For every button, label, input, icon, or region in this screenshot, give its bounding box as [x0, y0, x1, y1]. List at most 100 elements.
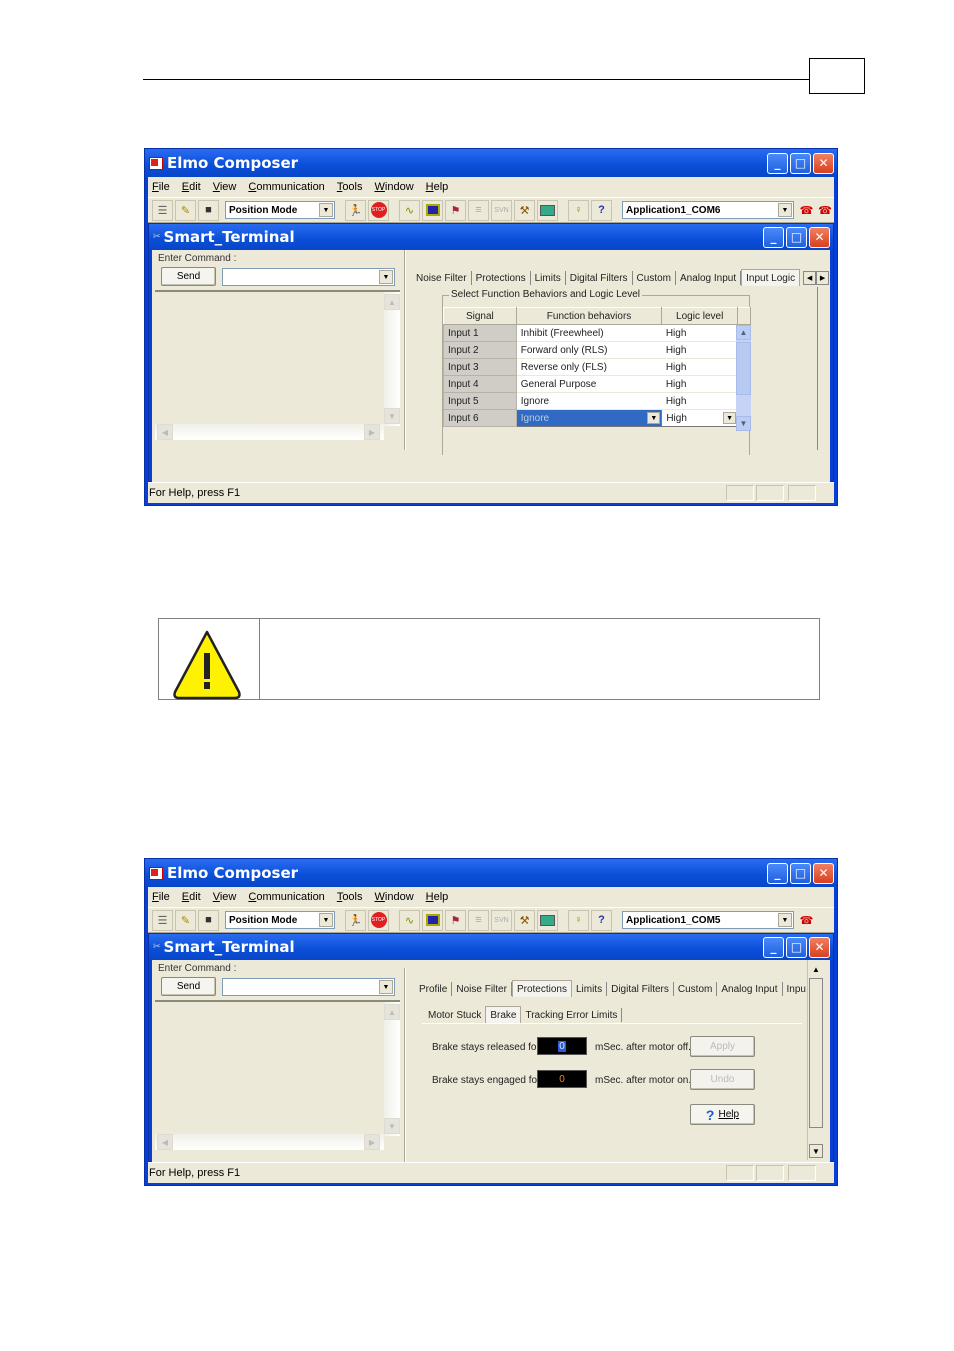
menu-communication[interactable]: Communication — [248, 891, 324, 903]
level-cell[interactable]: High — [661, 358, 738, 376]
tab-digital-filters[interactable]: Digital Filters — [566, 271, 633, 285]
menu-help[interactable]: Help — [426, 181, 449, 193]
scroll-down-icon[interactable]: ▼ — [809, 1144, 823, 1158]
tab-scroll-left-icon[interactable]: ◀ — [803, 271, 817, 285]
child-maximize-button[interactable]: □ — [786, 226, 807, 248]
scope-button[interactable]: ∿ — [399, 909, 420, 931]
maximize-button[interactable]: □ — [790, 862, 811, 884]
flag-button[interactable]: ⚑ — [445, 199, 466, 221]
command-input[interactable]: ▼ — [222, 268, 395, 286]
terminal-hscroll[interactable]: ◀ ▶ — [155, 424, 384, 440]
save-button[interactable]: ■ — [198, 909, 219, 931]
wizard-button[interactable]: ✎ — [175, 199, 196, 221]
grid-row[interactable]: Input 5 Ignore High — [443, 392, 751, 410]
terminal-button[interactable] — [537, 909, 558, 931]
menu-view[interactable]: View — [213, 891, 237, 903]
stop-button[interactable]: STOP — [368, 909, 389, 931]
terminal-vscroll[interactable]: ▲ ▼ — [384, 292, 400, 426]
tab-digital-filters[interactable]: Digital Filters — [607, 982, 674, 996]
mode-combo[interactable]: Position Mode ▼ — [225, 911, 335, 929]
flag-button[interactable]: ⚑ — [445, 909, 466, 931]
menu-tools[interactable]: Tools — [337, 891, 363, 903]
scroll-left-icon[interactable]: ◀ — [157, 424, 173, 440]
brake-released-input[interactable]: 0 — [537, 1037, 587, 1055]
grid-row[interactable]: Input 1 Inhibit (Freewheel) High — [443, 324, 751, 427]
tab-limits[interactable]: Limits — [572, 982, 608, 996]
connect-button[interactable]: ☎ — [796, 199, 817, 221]
page-vscroll[interactable]: ▲ ▼ — [807, 960, 823, 1160]
terminal-output[interactable]: ▲ ▼ ◀ ▶ — [155, 290, 400, 442]
tab-protections[interactable]: Protections — [511, 980, 572, 997]
send-button[interactable]: Send — [161, 267, 216, 286]
grid-row[interactable]: Input 2 Forward only (RLS) High — [443, 341, 751, 359]
stop-button[interactable]: STOP — [368, 199, 389, 221]
subtab-tracking-error-limits[interactable]: Tracking Error Limits — [521, 1008, 623, 1022]
list-disabled-button[interactable]: ≡ — [468, 909, 489, 931]
terminal-output[interactable]: ▲ ▼ ◀ ▶ — [155, 1000, 400, 1152]
monitor-button[interactable] — [422, 909, 443, 931]
terminal-hscroll[interactable]: ◀ ▶ — [155, 1134, 384, 1150]
pane-divider[interactable] — [404, 968, 406, 1162]
context-help-button[interactable]: ? — [591, 199, 612, 221]
run-button[interactable]: 🏃 — [345, 909, 366, 931]
behavior-cell[interactable]: Forward only (RLS) — [516, 341, 662, 359]
scroll-up-icon[interactable]: ▲ — [809, 962, 823, 976]
menu-edit[interactable]: Edit — [182, 891, 201, 903]
page-scroll-thumb[interactable] — [809, 978, 823, 1128]
tab-custom[interactable]: Custom — [674, 982, 718, 996]
scope-button[interactable]: ∿ — [399, 199, 420, 221]
menu-window[interactable]: Window — [375, 181, 414, 193]
tuning-button[interactable]: ⚒ — [514, 199, 535, 221]
level-cell[interactable]: High — [661, 341, 738, 359]
monitor-button[interactable] — [422, 199, 443, 221]
brake-engaged-input[interactable]: 0 — [537, 1070, 587, 1088]
scroll-up-icon[interactable]: ▲ — [384, 294, 400, 310]
grid-row[interactable]: Input 4 General Purpose High — [443, 375, 751, 393]
svn-button[interactable]: SVN — [491, 199, 512, 221]
behavior-cell[interactable]: Inhibit (Freewheel) — [516, 324, 662, 342]
svn-button[interactable]: SVN — [491, 909, 512, 931]
level-cell[interactable]: High — [661, 324, 738, 342]
command-input[interactable]: ▼ — [222, 978, 395, 996]
close-button[interactable]: ✕ — [813, 152, 834, 174]
tab-limits[interactable]: Limits — [531, 271, 566, 285]
menu-file[interactable]: File — [152, 891, 170, 903]
scroll-right-icon[interactable]: ▶ — [364, 1134, 380, 1150]
list-disabled-button[interactable]: ≡ — [468, 199, 489, 221]
grid-scroll-thumb[interactable] — [736, 342, 751, 395]
scroll-down-icon[interactable]: ▼ — [384, 408, 400, 424]
new-list-button[interactable]: ☰ — [152, 909, 173, 931]
tab-analog-input[interactable]: Analog Input — [676, 271, 742, 285]
grid-row[interactable]: Input 3 Reverse only (FLS) High — [443, 358, 751, 376]
level-cell[interactable]: High — [661, 392, 738, 410]
scroll-up-icon[interactable]: ▲ — [736, 325, 751, 340]
child-maximize-button[interactable]: □ — [786, 936, 807, 958]
connect-button[interactable]: ☎ — [796, 909, 817, 931]
tab-custom[interactable]: Custom — [633, 271, 676, 285]
close-button[interactable]: ✕ — [813, 862, 834, 884]
context-help-button[interactable]: ? — [591, 909, 612, 931]
scroll-down-icon[interactable]: ▼ — [384, 1118, 400, 1134]
pane-divider[interactable] — [404, 250, 406, 450]
undo-button[interactable]: Undo — [690, 1069, 755, 1090]
level-dropdown[interactable]: High ▼ — [661, 409, 739, 427]
tab-noise-filter[interactable]: Noise Filter — [452, 982, 512, 996]
tuning-button[interactable]: ⚒ — [514, 909, 535, 931]
maximize-button[interactable]: □ — [790, 152, 811, 174]
menu-window[interactable]: Window — [375, 891, 414, 903]
menu-edit[interactable]: Edit — [182, 181, 201, 193]
save-button[interactable]: ■ — [198, 199, 219, 221]
level-cell[interactable]: High — [661, 375, 738, 393]
menu-communication[interactable]: Communication — [248, 181, 324, 193]
menu-view[interactable]: View — [213, 181, 237, 193]
send-button[interactable]: Send — [161, 977, 216, 996]
scroll-left-icon[interactable]: ◀ — [157, 1134, 173, 1150]
wizard-button[interactable]: ✎ — [175, 909, 196, 931]
subtab-brake[interactable]: Brake — [485, 1006, 522, 1023]
minimize-button[interactable]: _ — [767, 152, 788, 174]
behavior-cell[interactable]: General Purpose — [516, 375, 662, 393]
scroll-down-icon[interactable]: ▼ — [736, 416, 751, 431]
behavior-cell[interactable]: Reverse only (FLS) — [516, 358, 662, 376]
behavior-dropdown[interactable]: Ignore ▼ — [515, 409, 663, 427]
behavior-cell[interactable]: Ignore — [516, 392, 662, 410]
